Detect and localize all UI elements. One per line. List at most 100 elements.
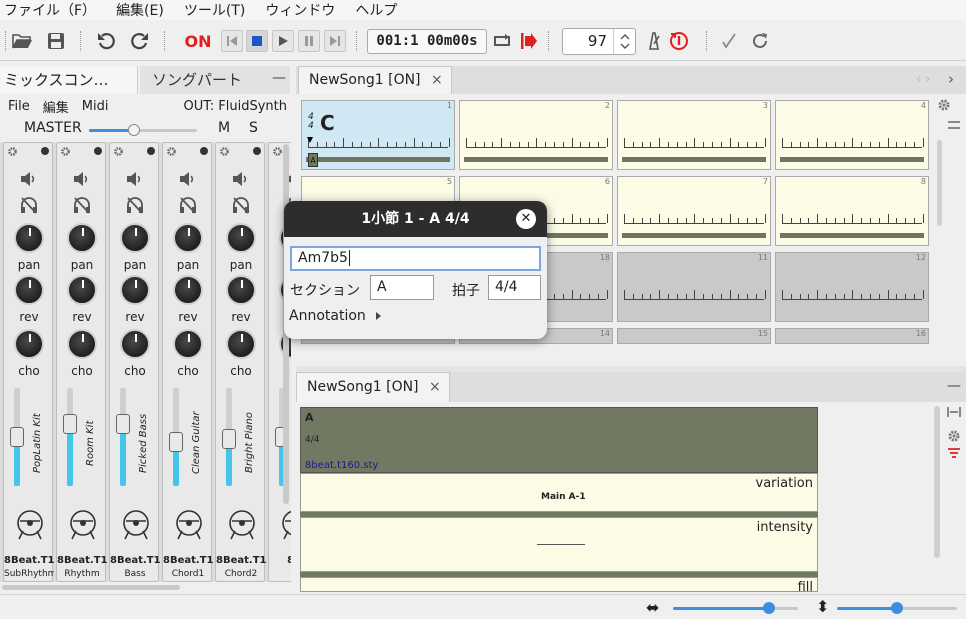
intensity-lane[interactable]: intensity (300, 517, 818, 572)
headphones-off-icon[interactable] (125, 196, 145, 218)
song-part-header[interactable]: A 4/4 8beat.t160.sty (300, 407, 818, 473)
tab-song-parts[interactable]: NewSong1 [ON] × (296, 372, 450, 402)
menu-window[interactable]: ウィンドウ (261, 0, 341, 20)
bar-cell[interactable]: 16 (775, 328, 929, 344)
check-icon[interactable] (717, 29, 741, 53)
time-signature-input[interactable]: 4/4 (488, 275, 541, 300)
horizontal-zoom-slider[interactable] (673, 602, 798, 614)
instrument-name[interactable]: Clean Guitar (191, 398, 209, 488)
chevron-left-icon[interactable]: ‹ › (916, 72, 931, 87)
gear-icon[interactable] (166, 146, 177, 161)
section-input[interactable]: A (370, 275, 434, 300)
rewind-button[interactable] (221, 30, 243, 52)
filter-icon[interactable] (947, 447, 961, 465)
menu-file[interactable]: ファイル（F） (0, 0, 102, 20)
song-part-style[interactable]: 8beat.t160.sty (305, 460, 378, 471)
rev-knob[interactable] (120, 275, 150, 305)
cho-knob[interactable] (120, 329, 150, 359)
chord-symbol[interactable]: C (320, 111, 335, 135)
save-icon[interactable] (44, 29, 68, 53)
bar-cell[interactable]: 3 (617, 100, 771, 170)
songpart-vertical-scrollbar[interactable] (934, 406, 940, 558)
instrument-name[interactable]: Room Kit (85, 398, 103, 488)
variation-lane[interactable]: variation Main A-1 (300, 473, 818, 512)
menu-help[interactable]: ヘルプ (351, 0, 403, 20)
speaker-icon[interactable] (125, 171, 143, 191)
annotation-expander[interactable]: Annotation (289, 308, 382, 324)
section-marker[interactable]: A (308, 153, 318, 167)
tempo-value[interactable]: 97 (563, 29, 611, 54)
mixer-menu-edit[interactable]: 編集 (43, 97, 69, 116)
gear-icon[interactable] (219, 146, 230, 161)
precount-icon[interactable] (667, 29, 691, 53)
song-part-editor[interactable]: A 4/4 8beat.t160.sty variation Main A-1 … (296, 402, 966, 592)
playback-point-icon[interactable] (516, 29, 540, 53)
cho-knob[interactable] (226, 329, 256, 359)
volume-fader[interactable] (63, 388, 77, 486)
mixer-horizontal-scrollbar[interactable] (2, 585, 180, 590)
fit-width-icon[interactable] (947, 406, 961, 422)
tab-mixer[interactable]: ミックスコン… (0, 66, 138, 94)
cho-knob[interactable] (67, 329, 97, 359)
master-solo-button[interactable]: S (249, 120, 258, 136)
bar-cell[interactable]: 8 (775, 176, 929, 246)
master-volume-slider[interactable] (89, 124, 197, 136)
refresh-icon[interactable] (748, 29, 772, 53)
mixer-menu-file[interactable]: File (8, 99, 30, 114)
open-folder-icon[interactable] (10, 29, 34, 53)
mixer-menu-midi[interactable]: Midi (82, 99, 109, 114)
bar-cell[interactable]: 7 (617, 176, 771, 246)
chord-symbol-input[interactable]: Am7b5 (290, 246, 541, 271)
rev-knob[interactable] (226, 275, 256, 305)
gear-icon[interactable] (937, 98, 961, 114)
bar-cell[interactable]: 11 (617, 252, 771, 322)
tab-song-part[interactable]: ソングパート (140, 66, 290, 94)
bar-cell[interactable]: 4 (775, 100, 929, 170)
speaker-icon[interactable] (19, 171, 37, 191)
grid-vertical-scrollbar[interactable] (937, 140, 942, 226)
close-icon[interactable]: × (429, 379, 441, 395)
gear-icon[interactable] (7, 146, 18, 161)
close-icon[interactable]: ✕ (516, 209, 536, 229)
bar-cell[interactable]: 2 (459, 100, 613, 170)
tempo-spin-buttons[interactable] (613, 29, 635, 54)
volume-fader[interactable] (116, 388, 130, 486)
vertical-zoom-slider[interactable] (837, 602, 957, 614)
pan-knob[interactable] (226, 223, 256, 253)
master-mute-button[interactable]: M (218, 120, 230, 136)
gear-icon[interactable] (60, 146, 71, 161)
instrument-name[interactable]: Picked Bass (138, 398, 156, 488)
volume-fader[interactable] (10, 388, 24, 486)
headphones-off-icon[interactable] (231, 196, 251, 218)
instrument-name[interactable]: Bright Piano (244, 398, 262, 488)
tempo-spinner[interactable]: 97 (562, 28, 636, 55)
gear-icon[interactable] (113, 146, 124, 161)
volume-fader[interactable] (222, 388, 236, 486)
minimize-icon[interactable]: — (272, 70, 286, 86)
loop-icon[interactable] (490, 29, 514, 53)
menu-tools[interactable]: ツール(T) (180, 0, 251, 20)
cho-knob[interactable] (173, 329, 203, 359)
bar-cell[interactable]: 1 44 C A (301, 100, 455, 170)
pan-knob[interactable] (173, 223, 203, 253)
rev-knob[interactable] (14, 275, 44, 305)
stop-button[interactable] (246, 30, 268, 52)
metronome-icon[interactable] (642, 29, 666, 53)
speaker-icon[interactable] (178, 171, 196, 191)
headphones-off-icon[interactable] (19, 196, 39, 218)
tab-song-structure[interactable]: NewSong1 [ON] × (298, 66, 452, 94)
cho-knob[interactable] (14, 329, 44, 359)
chevron-right-icon[interactable]: › (948, 70, 954, 88)
speaker-icon[interactable] (72, 171, 90, 191)
volume-fader[interactable] (169, 388, 183, 486)
gear-icon[interactable] (947, 429, 961, 447)
pause-button[interactable] (298, 30, 320, 52)
bar-cell[interactable]: 12 (775, 252, 929, 322)
menu-icon[interactable] (948, 121, 960, 129)
play-button[interactable] (272, 30, 294, 52)
minimize-icon[interactable]: — (947, 378, 961, 394)
headphones-off-icon[interactable] (178, 196, 198, 218)
gear-icon[interactable] (272, 146, 283, 161)
close-icon[interactable]: × (431, 72, 443, 88)
fast-forward-button[interactable] (324, 30, 346, 52)
